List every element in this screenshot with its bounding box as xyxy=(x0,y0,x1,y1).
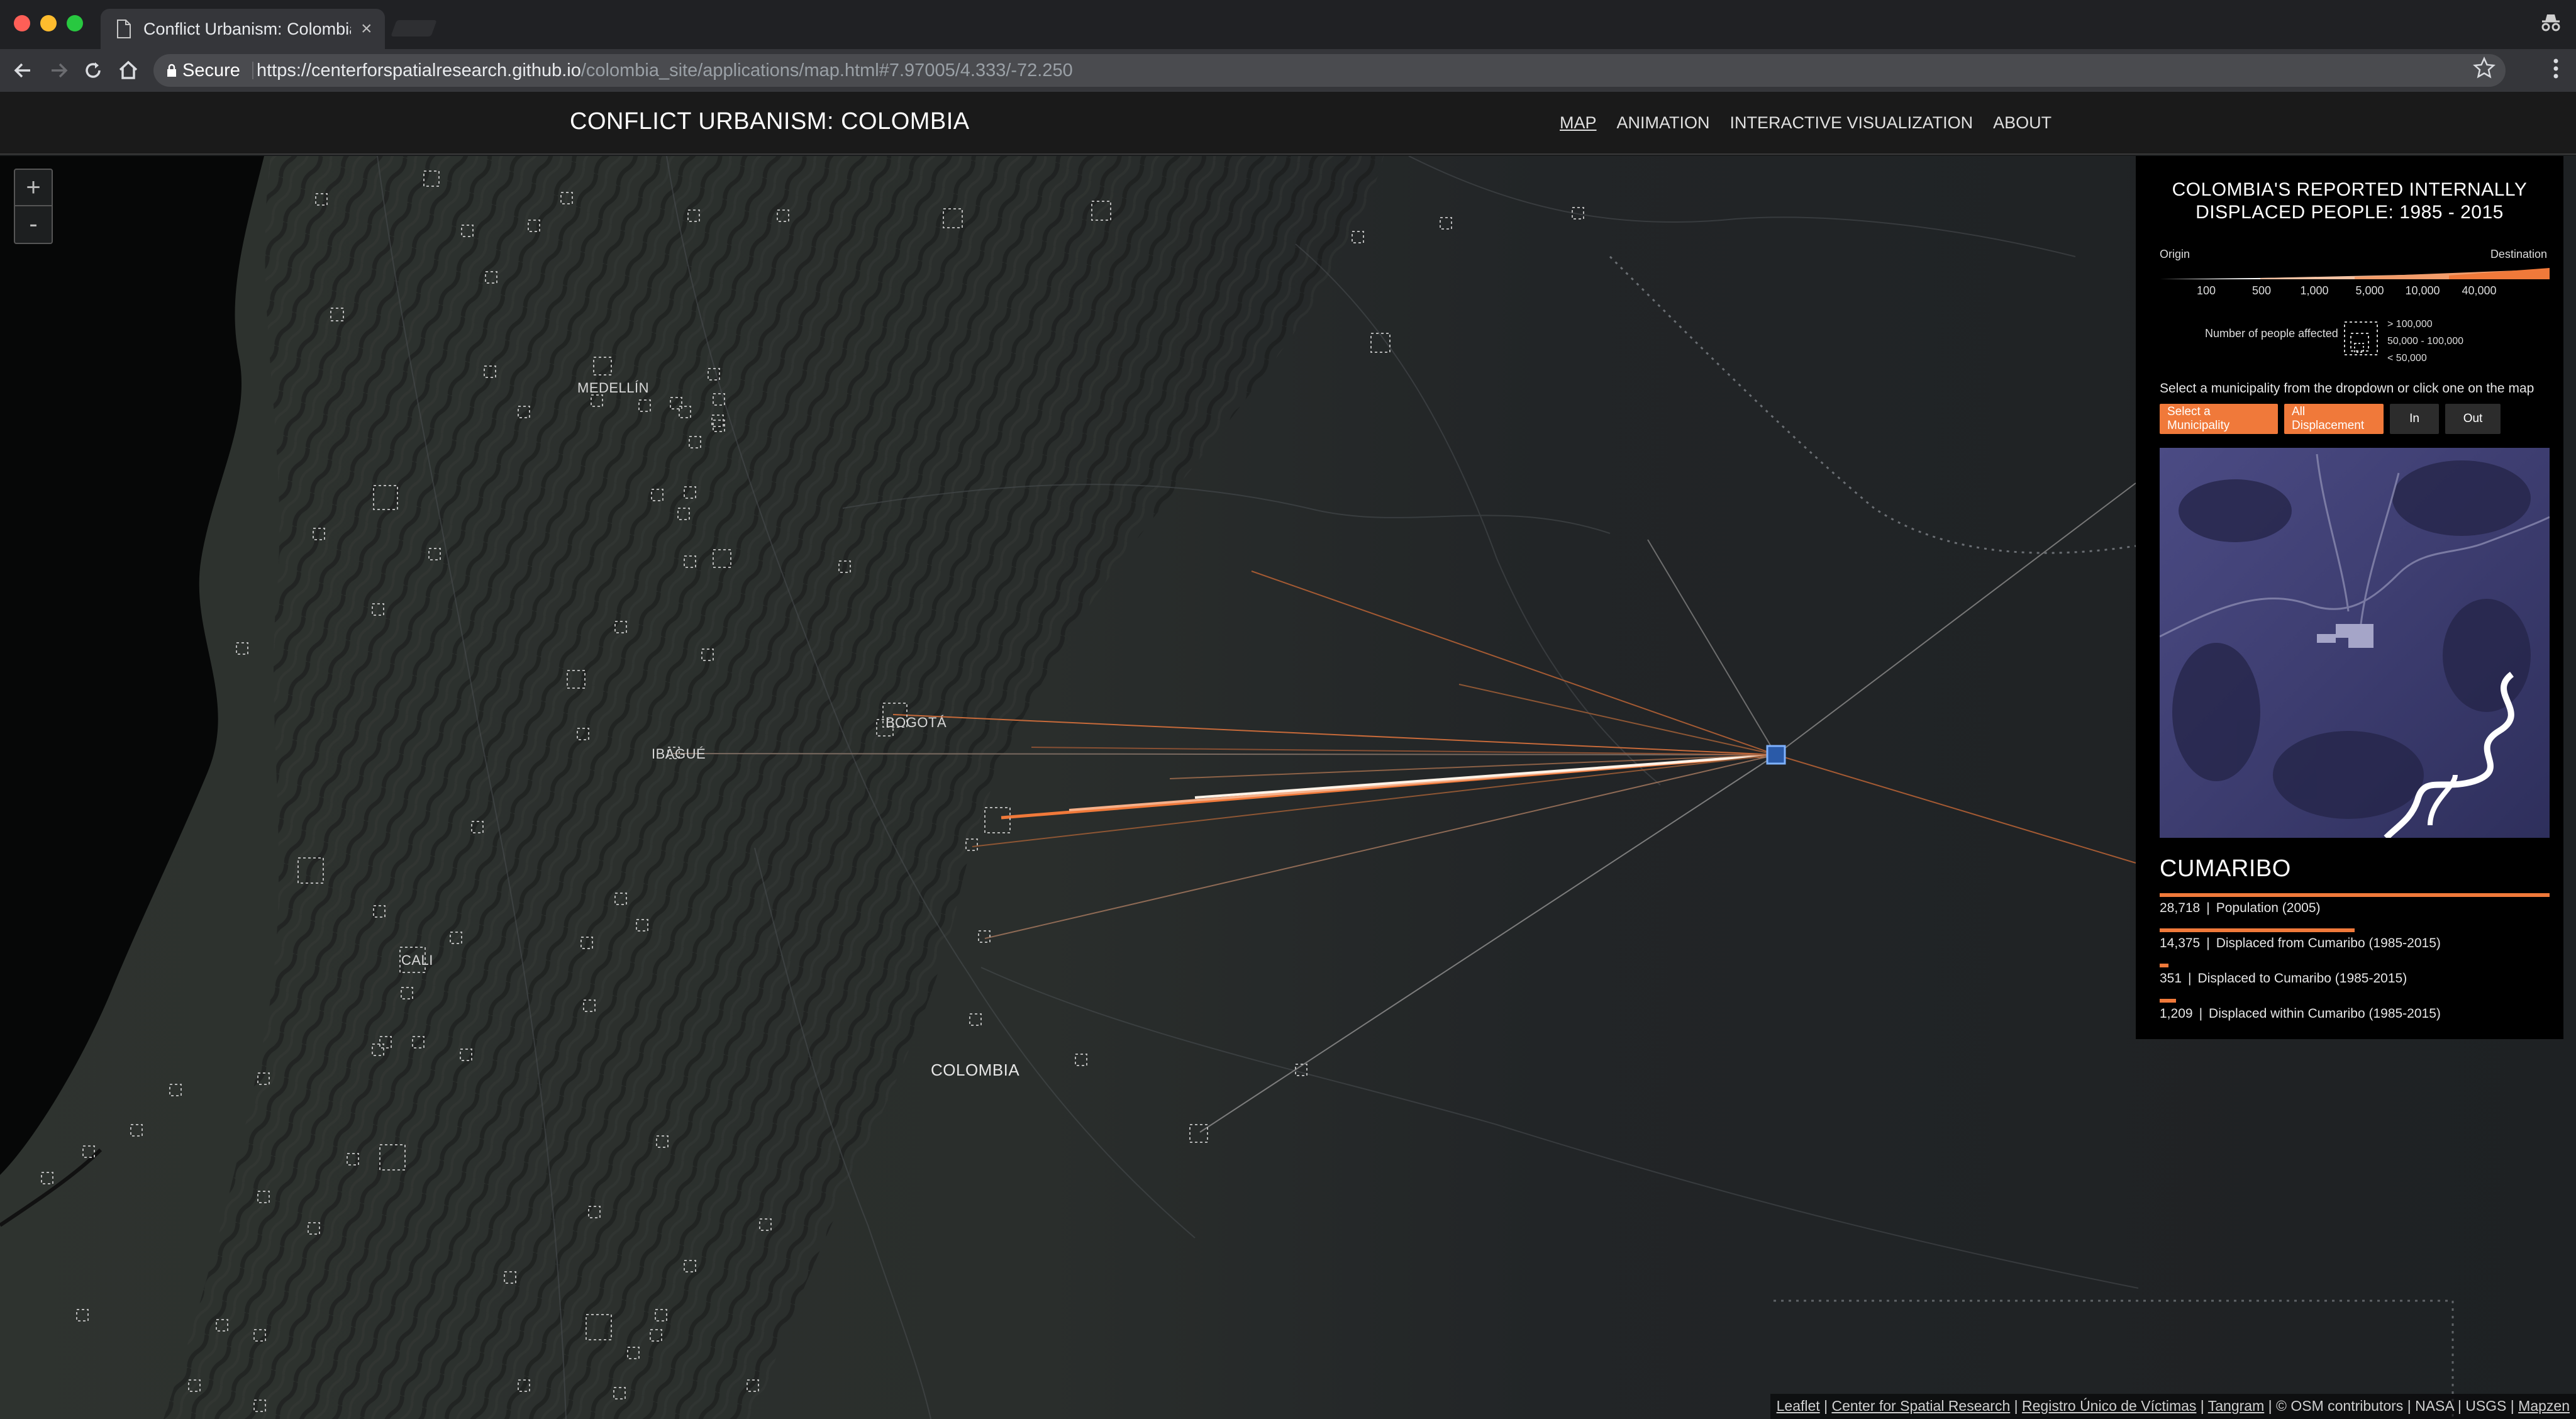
displaced-within-bar xyxy=(2160,999,2176,1003)
stat-value: 1,209 xyxy=(2160,1006,2193,1021)
secure-label: Secure xyxy=(182,60,240,81)
nav-animation[interactable]: ANIMATION xyxy=(1617,113,1710,133)
instruction-text: Select a municipality from the dropdown … xyxy=(2160,381,2534,396)
forward-arrow-icon[interactable] xyxy=(48,59,70,82)
profile-icon[interactable] xyxy=(2540,13,2562,33)
browser-tab-bar: Conflict Urbanism: Colombia × xyxy=(0,0,2576,49)
legend-tick: 10,000 xyxy=(2405,284,2440,297)
page-icon xyxy=(117,19,131,38)
attribution-nasa: NASA xyxy=(2415,1398,2454,1414)
stat-separator: | xyxy=(2199,1006,2203,1021)
legend-ticks: 100 500 1,000 5,000 10,000 40,000 xyxy=(2160,284,2537,299)
stat-separator: | xyxy=(2206,936,2210,950)
stat-separator: | xyxy=(2188,971,2192,986)
size-value: 50,000 - 100,000 xyxy=(2387,336,2463,347)
reload-icon[interactable] xyxy=(82,59,104,82)
zoom-out-button[interactable]: - xyxy=(15,206,52,243)
url-path: /colombia_site/applications/map.html#7.9… xyxy=(580,60,1073,81)
size-value: > 100,000 xyxy=(2387,319,2433,330)
zoom-in-button[interactable]: + xyxy=(15,170,52,206)
back-arrow-icon[interactable] xyxy=(11,59,34,82)
population-bar xyxy=(2160,893,2550,897)
url-host: https://centerforspatialresearch.github.… xyxy=(257,60,581,81)
site-nav: MAP ANIMATION INTERACTIVE VISUALIZATION … xyxy=(1560,113,2051,133)
map-label-cali: CALI xyxy=(401,952,433,968)
stat-value: 28,718 xyxy=(2160,901,2201,915)
displaced-within-stat: 1,209 | Displaced within Cumaribo (1985-20… xyxy=(2160,1006,2441,1021)
size-legend-label: Number of people affected xyxy=(2205,327,2338,340)
attribution-mapzen[interactable]: Mapzen xyxy=(2518,1398,2570,1414)
attribution-ruv[interactable]: Registro Único de Víctimas xyxy=(2022,1398,2196,1414)
map-label-colombia: COLOMBIA xyxy=(931,1060,1020,1079)
lock-icon xyxy=(167,64,176,77)
panel-title-line2: DISPLACED PEOPLE: 1985 - 2015 xyxy=(2196,202,2504,223)
map-label-ibague: IBAGUÉ xyxy=(652,746,706,762)
panel-title-line1: COLOMBIA'S REPORTED INTERNALLY xyxy=(2172,179,2528,200)
panel-title: COLOMBIA'S REPORTED INTERNALLY DISPLACED… xyxy=(2136,179,2563,224)
minimize-window-button[interactable] xyxy=(40,15,57,31)
tab-title: Conflict Urbanism: Colombia xyxy=(143,19,351,38)
info-panel: COLOMBIA'S REPORTED INTERNALLY DISPLACED… xyxy=(2136,156,2563,1039)
new-tab-button[interactable] xyxy=(391,20,437,36)
displaced-to-stat: 351 | Displaced to Cumaribo (1985-2015) xyxy=(2160,971,2407,986)
legend-origin-label: Origin xyxy=(2160,248,2190,260)
zoom-control: + - xyxy=(14,169,53,244)
size-legend-squares xyxy=(2344,321,2378,355)
attribution-csr[interactable]: Center for Spatial Research xyxy=(1831,1398,2010,1414)
displaced-to-bar xyxy=(2160,964,2168,967)
stat-label: Displaced to Cumaribo (1985-2015) xyxy=(2197,971,2407,986)
size-legend-values: > 100,000 50,000 - 100,000 < 50,000 xyxy=(2387,316,2463,367)
browser-tab[interactable]: Conflict Urbanism: Colombia × xyxy=(101,9,385,49)
nav-interactive-visualization[interactable]: INTERACTIVE VISUALIZATION xyxy=(1730,113,1974,133)
displaced-from-bar xyxy=(2160,928,2355,932)
browser-menu-icon[interactable] xyxy=(2552,58,2560,79)
close-window-button[interactable] xyxy=(14,15,30,31)
nav-about[interactable]: ABOUT xyxy=(1993,113,2051,133)
address-bar[interactable]: Secure https://centerforspatialresearch.… xyxy=(153,54,2506,87)
attribution-tangram[interactable]: Tangram xyxy=(2208,1398,2264,1414)
url-separator xyxy=(252,62,253,79)
map-attribution: Leaflet | Center for Spatial Research | … xyxy=(1770,1394,2576,1419)
map-label-medellin: MEDELLÍN xyxy=(577,380,650,396)
select-municipality-button[interactable]: Select a Municipality xyxy=(2160,404,2278,434)
maximize-window-button[interactable] xyxy=(67,15,83,31)
filter-buttons: Select a Municipality All Displacement I… xyxy=(2160,404,2501,434)
stat-label: Population (2005) xyxy=(2216,901,2321,915)
satellite-image xyxy=(2160,448,2550,838)
browser-toolbar: Secure https://centerforspatialresearch.… xyxy=(0,49,2576,92)
attribution-leaflet[interactable]: Leaflet xyxy=(1777,1398,1820,1414)
nav-map[interactable]: MAP xyxy=(1560,113,1597,133)
legend-tick: 40,000 xyxy=(2462,284,2497,297)
population-stat: 28,718 | Population (2005) xyxy=(2160,901,2321,916)
stat-label: Displaced within Cumaribo (1985-2015) xyxy=(2209,1006,2441,1021)
legend-tick: 1,000 xyxy=(2300,284,2329,297)
stat-label: Displaced from Cumaribo (1985-2015) xyxy=(2216,936,2441,950)
stat-value: 14,375 xyxy=(2160,936,2201,950)
legend-tick: 500 xyxy=(2251,284,2272,297)
displaced-from-stat: 14,375 | Displaced from Cumaribo (1985-201… xyxy=(2160,936,2441,951)
out-button[interactable]: Out xyxy=(2445,404,2501,434)
tab-close-icon[interactable]: × xyxy=(361,19,372,38)
all-displacement-button[interactable]: All Displacement xyxy=(2284,404,2384,434)
stat-value: 351 xyxy=(2160,971,2182,986)
in-button[interactable]: In xyxy=(2390,404,2439,434)
legend-tick: 100 xyxy=(2196,284,2216,297)
attribution-osm: © OSM contributors xyxy=(2276,1398,2404,1414)
stat-separator: | xyxy=(2206,901,2210,915)
legend-tick: 5,000 xyxy=(2355,284,2384,297)
site-header: CONFLICT URBANISM: COLOMBIA MAP ANIMATIO… xyxy=(0,92,2576,155)
municipality-name: CUMARIBO xyxy=(2160,855,2291,882)
legend-destination-label: Destination xyxy=(2490,248,2547,260)
site-title[interactable]: CONFLICT URBANISM: COLOMBIA xyxy=(570,108,970,135)
size-value: < 50,000 xyxy=(2387,353,2427,364)
legend-color-ramp xyxy=(2160,268,2550,279)
attribution-usgs: USGS xyxy=(2465,1398,2507,1414)
home-icon[interactable] xyxy=(117,59,140,82)
url-text[interactable]: https://centerforspatialresearch.github.… xyxy=(257,60,1073,81)
bookmark-star-icon[interactable] xyxy=(2473,57,2496,79)
map-label-bogota: BOGOTÁ xyxy=(886,715,947,730)
